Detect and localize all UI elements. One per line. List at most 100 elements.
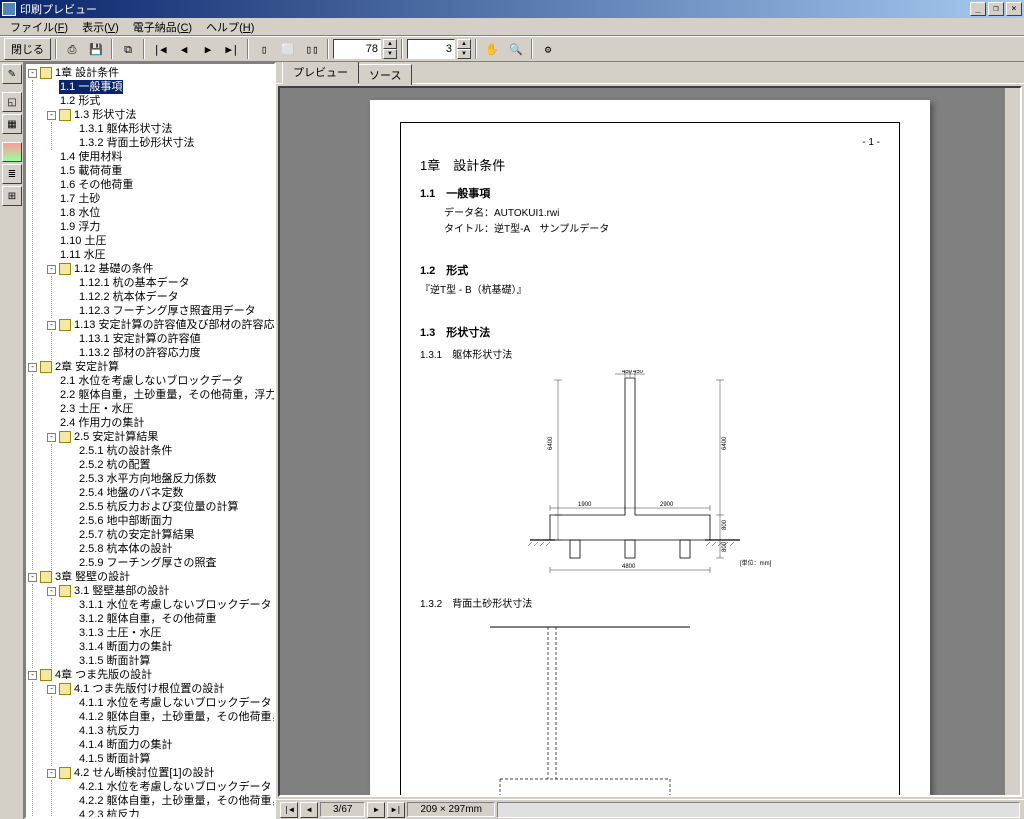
- tree-item-label[interactable]: 2.4 作用力の集計: [59, 416, 145, 430]
- page-up-button[interactable]: ▲: [457, 39, 471, 49]
- zoom-width-button[interactable]: ⬜: [277, 38, 299, 60]
- tree-item[interactable]: 2.5.1 杭の設計条件: [66, 444, 272, 458]
- tree-item[interactable]: 1.5 載荷荷重: [47, 164, 272, 178]
- menu-delivery[interactable]: 電子納品(C): [127, 18, 198, 36]
- nav-first-button[interactable]: |◀: [149, 38, 171, 60]
- tree-item-label[interactable]: 1.12.2 杭本体データ: [78, 290, 180, 304]
- tree-item[interactable]: 1.8 水位: [47, 206, 272, 220]
- zoom-up-button[interactable]: ▲: [383, 39, 397, 49]
- tree-item-label[interactable]: 1.13.2 部材の許容応力度: [78, 346, 202, 360]
- zoom-double-button[interactable]: ▯▯: [301, 38, 323, 60]
- page-number-input[interactable]: [407, 39, 455, 59]
- tree-item-label[interactable]: 2.2 躯体自重，土砂重量，その他荷重，浮力: [59, 388, 276, 402]
- tree-item[interactable]: -1.12 基礎の条件: [47, 262, 272, 276]
- tree-item-label[interactable]: 4.1.1 水位を考慮しないブロックデータ: [78, 696, 273, 710]
- tree-item-label[interactable]: 2章 安定計算: [54, 360, 120, 374]
- tree-item[interactable]: 1.4 使用材料: [47, 150, 272, 164]
- tree-item[interactable]: 1.10 土圧: [47, 234, 272, 248]
- tree-item-label[interactable]: 1章 設計条件: [54, 66, 120, 80]
- copy-button[interactable]: ⧉: [117, 38, 139, 60]
- tree-item-label[interactable]: 1.13 安定計算の許容値及び部材の許容応力度: [73, 318, 276, 332]
- tree-expand-icon[interactable]: -: [47, 111, 56, 120]
- menu-file[interactable]: ファイル(F): [4, 18, 74, 36]
- tree-expand-icon[interactable]: -: [28, 363, 37, 372]
- tree-expand-icon[interactable]: -: [47, 265, 56, 274]
- tree-item[interactable]: -3.1 竪壁基部の設計: [47, 584, 272, 598]
- tree-item-label[interactable]: 1.3.1 躯体形状寸法: [78, 122, 174, 136]
- tree-item[interactable]: - 1章 設計条件: [28, 66, 272, 80]
- tree-item-label[interactable]: 4.2 せん断検討位置[1]の設計: [73, 766, 216, 780]
- tree-item[interactable]: -4章 つま先版の設計: [28, 668, 272, 682]
- vertical-scrollbar[interactable]: [1004, 88, 1020, 795]
- tree-item-label[interactable]: 1.12.3 フーチング厚さ照査用データ: [78, 304, 257, 318]
- tree-item[interactable]: - 3章 竪壁の設計: [28, 570, 272, 584]
- zoom-down-button[interactable]: ▼: [383, 49, 397, 59]
- tree-expand-icon[interactable]: -: [28, 573, 37, 582]
- tree-item[interactable]: 1.2 形式: [47, 94, 272, 108]
- tree-item-label[interactable]: 3.1.5 断面計算: [78, 654, 152, 668]
- tree-item[interactable]: - 1.3 形状寸法: [47, 108, 272, 122]
- tree-item-label[interactable]: 3.1.3 土圧・水圧: [78, 626, 163, 640]
- tree-item[interactable]: 2.5.6 地中部断面力: [66, 514, 272, 528]
- tree-item[interactable]: 3.1.2 躯体自重，その他荷重: [66, 612, 272, 626]
- tool-layer-button[interactable]: ≣: [2, 164, 22, 184]
- close-button[interactable]: ×: [1006, 2, 1022, 16]
- print-button[interactable]: ⎙: [61, 38, 83, 60]
- tree-item-label[interactable]: 2.5.6 地中部断面力: [78, 514, 174, 528]
- tree-item[interactable]: 1.12.3 フーチング厚さ照査用データ: [66, 304, 272, 318]
- tree-item[interactable]: 1.6 その他荷重: [47, 178, 272, 192]
- tree-item-label[interactable]: 1.4 使用材料: [59, 150, 123, 164]
- tree-item-label[interactable]: 1.7 土砂: [59, 192, 101, 206]
- tree-item[interactable]: - 4.2 せん断検討位置[1]の設計: [47, 766, 272, 780]
- close-preview-button[interactable]: 閉じる: [4, 38, 51, 60]
- tree-expand-icon[interactable]: -: [47, 321, 56, 330]
- tree-item[interactable]: 3.1.5 断面計算: [66, 654, 272, 668]
- tree-item[interactable]: 2.1 水位を考慮しないブロックデータ: [47, 374, 272, 388]
- tree-expand-icon[interactable]: -: [47, 685, 56, 694]
- tree-expand-icon[interactable]: -: [47, 769, 56, 778]
- tree-item[interactable]: 2.2 躯体自重，土砂重量，その他荷重，浮力: [47, 388, 272, 402]
- tree-item[interactable]: 1.13.1 安定計算の許容値: [66, 332, 272, 346]
- tree-item[interactable]: 3.1.4 断面力の集計: [66, 640, 272, 654]
- tree-item[interactable]: -2.5 安定計算結果: [47, 430, 272, 444]
- tree-item-label[interactable]: 4.1 つま先版付け根位置の設計: [73, 682, 225, 696]
- tool-grid-button[interactable]: ⊞: [2, 186, 22, 206]
- search-button[interactable]: 🔍: [505, 38, 527, 60]
- tree-item[interactable]: 1.12.2 杭本体データ: [66, 290, 272, 304]
- nav-last-button[interactable]: ▶|: [221, 38, 243, 60]
- tool-a-button[interactable]: ◱: [2, 92, 22, 112]
- tree-item-label[interactable]: 1.10 土圧: [59, 234, 107, 248]
- tree-item-label[interactable]: 3.1.1 水位を考慮しないブロックデータ: [78, 598, 273, 612]
- tree-item[interactable]: 1.13.2 部材の許容応力度: [66, 346, 272, 360]
- tree-item-label[interactable]: 3.1 竪壁基部の設計: [73, 584, 170, 598]
- tree-item[interactable]: 2.5.9 フーチング厚さの照査: [66, 556, 272, 570]
- tab-preview[interactable]: プレビュー: [282, 62, 359, 84]
- tree-item[interactable]: 2.5.7 杭の安定計算結果: [66, 528, 272, 542]
- tree-item-label[interactable]: 4.1.3 杭反力: [78, 724, 141, 738]
- tree-item-label[interactable]: 1.3 形状寸法: [73, 108, 137, 122]
- tree-item[interactable]: 1.12.1 杭の基本データ: [66, 276, 272, 290]
- outline-tree-panel[interactable]: -1章 設計条件1.1 一般事項1.2 形式-1.3 形状寸法1.3.1 躯体形…: [24, 62, 276, 819]
- status-first-button[interactable]: |◀: [280, 802, 298, 818]
- tree-expand-icon[interactable]: -: [28, 69, 37, 78]
- preview-area[interactable]: - 1 - 1章 設計条件 1.1 一般事項 データ名：AUTOKUI1.rwi…: [278, 86, 1022, 797]
- tree-item[interactable]: 1.11 水圧: [47, 248, 272, 262]
- tree-item-label[interactable]: 1.3.2 背面土砂形状寸法: [78, 136, 196, 150]
- tree-item-label[interactable]: 3章 竪壁の設計: [54, 570, 131, 584]
- tree-item-label[interactable]: 4章 つま先版の設計: [54, 668, 153, 682]
- tree-item[interactable]: 4.1.2 躯体自重，土砂重量，その他荷重，浮力: [66, 710, 272, 724]
- tree-item-label[interactable]: 2.5.8 杭本体の設計: [78, 542, 174, 556]
- tree-item[interactable]: 3.1.3 土圧・水圧: [66, 626, 272, 640]
- tree-item-label[interactable]: 2.5.4 地盤のバネ定数: [78, 486, 185, 500]
- tree-item-label[interactable]: 2.5.3 水平方向地盤反力係数: [78, 472, 218, 486]
- tree-item-label[interactable]: 2.5.7 杭の安定計算結果: [78, 528, 196, 542]
- tree-item-label[interactable]: 1.2 形式: [59, 94, 101, 108]
- tree-item[interactable]: 1.3.2 背面土砂形状寸法: [66, 136, 272, 150]
- tree-item-label[interactable]: 1.5 載荷荷重: [59, 164, 123, 178]
- tree-item[interactable]: 1.9 浮力: [47, 220, 272, 234]
- tree-item-label[interactable]: 1.12.1 杭の基本データ: [78, 276, 191, 290]
- tool-b-button[interactable]: ▦: [2, 114, 22, 134]
- tree-expand-icon[interactable]: -: [47, 433, 56, 442]
- status-prev-button[interactable]: ◀: [300, 802, 318, 818]
- zoom-percent-input[interactable]: [333, 39, 381, 59]
